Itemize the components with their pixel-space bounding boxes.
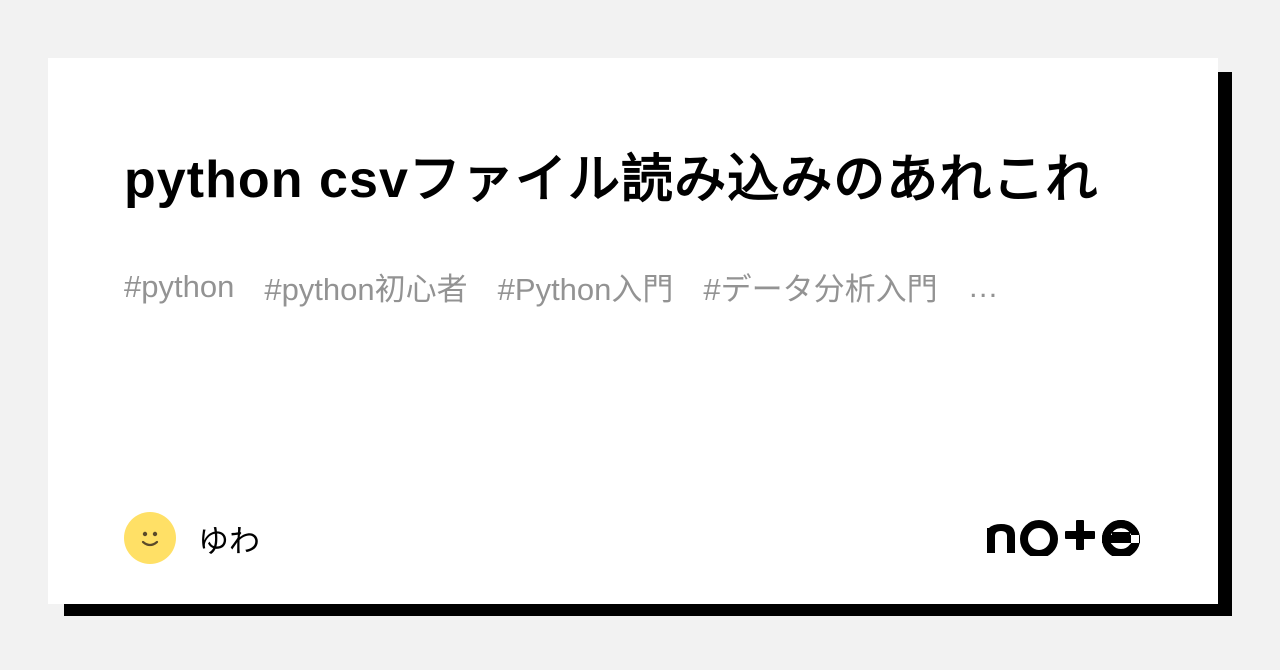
tag-python-intro[interactable]: #Python入門 <box>498 264 674 309</box>
article-card: python csvファイル読み込みのあれこれ #python #python初… <box>48 58 1218 604</box>
author-block[interactable]: ゆわ <box>124 512 260 564</box>
tag-data-analysis-intro[interactable]: #データ分析入門 <box>703 264 937 309</box>
author-avatar <box>124 512 176 564</box>
tag-python[interactable]: #python <box>124 269 234 305</box>
note-logo[interactable] <box>985 520 1142 556</box>
tag-list: #python #python初心者 #Python入門 #データ分析入門 … <box>124 264 1142 309</box>
smile-icon <box>134 522 166 554</box>
tag-python-beginner[interactable]: #python初心者 <box>264 264 467 309</box>
tags-more-icon[interactable]: … <box>968 269 997 305</box>
card-footer: ゆわ <box>124 512 1142 564</box>
author-name: ゆわ <box>198 516 260 561</box>
article-title: python csvファイル読み込みのあれこれ <box>124 132 1142 228</box>
